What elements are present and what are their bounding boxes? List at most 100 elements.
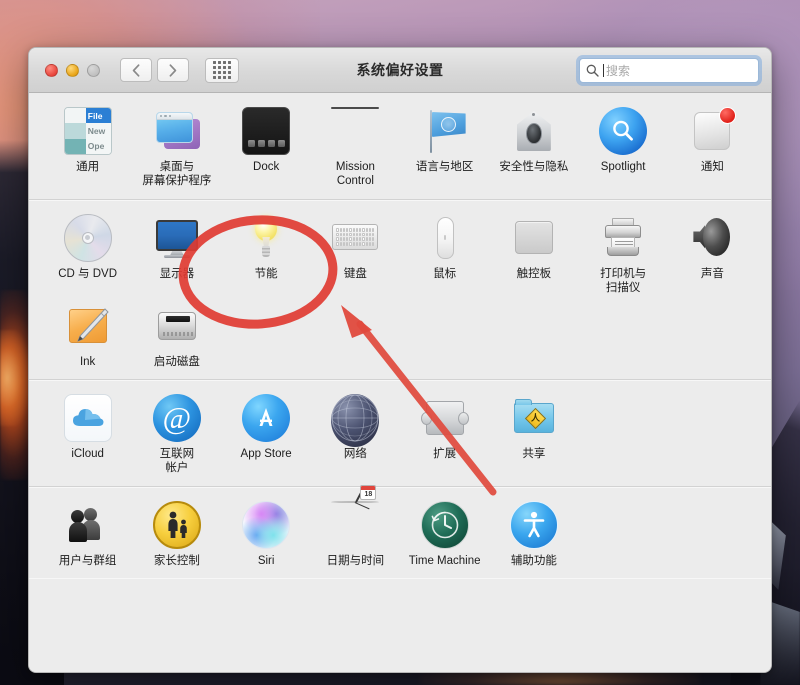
pref-trackpad[interactable]: 触控板 [489,212,578,296]
printers-scanners-icon [599,214,647,262]
pref-desktop-screensaver[interactable]: 桌面与 屏幕保护程序 [132,105,221,189]
search-placeholder: 搜索 [606,63,631,78]
pref-date-time[interactable]: 18 日期与时间 [311,484,400,568]
pref-extensions[interactable]: 扩展 [400,392,489,476]
pref-printers-scanners[interactable]: 打印机与 扫描仪 [579,212,668,296]
search-input[interactable]: 搜索 [579,57,759,83]
siri-icon [242,500,291,549]
pref-sharing[interactable]: 人 共享 [489,392,578,476]
general-menu-open: Ope [85,138,111,154]
mouse-icon [421,214,469,262]
pref-label: 网络 [343,447,367,460]
users-groups-icon [64,501,112,549]
navigation-buttons [120,58,189,82]
pref-language-region[interactable]: 语言与地区 [400,105,489,189]
time-machine-icon [420,500,469,549]
pref-label: App Store [240,447,292,460]
pref-label: 显示器 [159,267,195,280]
pref-icloud[interactable]: iCloud [43,392,132,476]
pref-displays[interactable]: 显示器 [132,212,221,296]
pref-general[interactable]: File New Ope 通用 [43,105,132,189]
pref-label: Mission Control [335,161,375,188]
pref-label: 启动磁盘 [153,355,200,368]
wallpaper-lava-core [0,330,30,426]
sound-icon [688,214,736,262]
extensions-icon [420,394,469,442]
desktop-screensaver-icon [153,107,201,155]
grid-icon [213,61,231,79]
desktop-wallpaper: 系统偏好设置 搜索 File New Ope 通用 桌面与 屏幕保护程序 Doc… [0,0,800,685]
sharing-sign-glyph: 人 [530,412,540,423]
pref-siri[interactable]: Siri [222,499,311,568]
pref-notifications[interactable]: 通知 [668,105,757,189]
close-button[interactable] [45,63,58,77]
pref-label: 鼠标 [433,267,457,280]
trackpad-icon [510,214,558,262]
pref-label: 互联网 帐户 [159,447,195,475]
pref-parental-controls[interactable]: 家长控制 [132,499,221,568]
mission-control-icon [331,107,380,155]
pref-label: 节能 [254,267,278,280]
preferences-grid: File New Ope 通用 桌面与 屏幕保护程序 Dock Mission … [29,93,771,672]
pref-sound[interactable]: 声音 [668,212,757,296]
pref-label: Ink [79,355,96,368]
displays-icon [153,214,201,262]
zoom-button[interactable] [87,63,100,77]
forward-button[interactable] [157,58,189,82]
system-preferences-window: 系统偏好设置 搜索 File New Ope 通用 桌面与 屏幕保护程序 Doc… [28,47,772,673]
pref-label: Dock [253,161,280,173]
pref-dock[interactable]: Dock [222,105,311,189]
pref-spotlight[interactable]: Spotlight [579,105,668,189]
pref-cd-dvd[interactable]: CD 与 DVD [43,212,132,296]
traffic-lights [45,63,100,77]
dock-icon [242,107,291,155]
pref-accessibility[interactable]: 辅助功能 [489,499,578,568]
pref-mouse[interactable]: 鼠标 [400,212,489,296]
pref-security-privacy[interactable]: 安全性与隐私 [489,105,578,189]
app-store-icon [242,393,291,442]
pref-time-machine[interactable]: Time Machine [400,499,489,568]
pref-label: 触控板 [516,267,552,280]
language-region-icon [421,107,469,155]
window-titlebar[interactable]: 系统偏好设置 搜索 [29,48,771,93]
pane-internet: iCloud @ 互联网 帐户 App Store 网络 扩展 人 共享 [29,380,771,487]
minimize-button[interactable] [66,63,79,77]
pref-label: 打印机与 扫描仪 [600,267,647,295]
keyboard-icon [331,214,379,262]
notifications-icon [688,107,737,155]
pref-keyboard[interactable]: 键盘 [311,212,400,296]
pref-energy-saver[interactable]: 节能 [222,212,311,296]
pref-label: 家长控制 [153,554,200,567]
ink-icon [64,302,112,350]
text-caret [603,63,604,77]
pref-label: Time Machine [408,554,481,567]
pref-label: 安全性与隐私 [499,161,569,173]
pref-ink[interactable]: Ink [43,300,132,369]
pref-label: 辅助功能 [510,554,557,567]
pref-users-groups[interactable]: 用户与群组 [43,499,132,568]
pref-network[interactable]: 网络 [311,392,400,476]
pref-mission-control[interactable]: Mission Control [311,105,400,189]
pref-label: 日期与时间 [326,554,385,567]
search-icon [586,64,599,77]
parental-controls-icon [152,500,201,549]
date-time-icon: 18 [331,484,380,549]
energy-saver-icon [242,214,290,262]
back-button[interactable] [120,58,152,82]
search-container: 搜索 [579,57,759,83]
at-glyph: @ [162,400,192,436]
pref-app-store[interactable]: App Store [222,392,311,476]
show-all-button[interactable] [205,57,239,83]
icloud-icon [63,393,112,442]
internet-accounts-icon: @ [152,393,201,442]
pref-label: 声音 [700,267,724,280]
pref-label: 语言与地区 [415,161,474,173]
spotlight-icon [599,107,648,155]
pref-label: Siri [257,554,275,567]
pref-label: 通知 [700,161,724,173]
pref-label: 共享 [522,447,546,460]
pref-startup-disk[interactable]: 启动磁盘 [132,300,221,369]
pref-label: 扩展 [433,447,457,460]
pref-internet-accounts[interactable]: @ 互联网 帐户 [132,392,221,476]
security-privacy-icon [510,107,558,155]
